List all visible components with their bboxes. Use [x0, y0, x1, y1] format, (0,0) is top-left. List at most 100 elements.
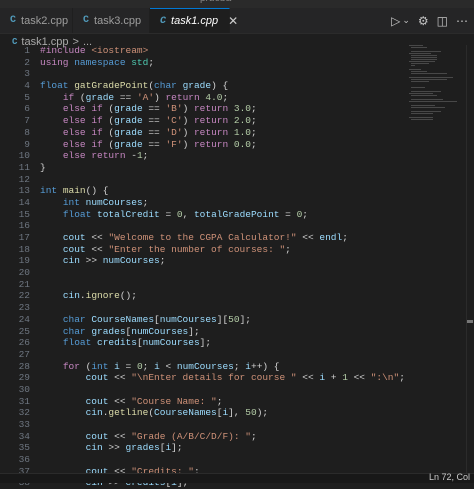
code-line: else return -1; — [62, 150, 149, 162]
minimap-line — [411, 87, 425, 88]
line-number: 28 — [18, 360, 30, 372]
code-line: else if (grade == 'D') return 1.0; — [62, 126, 257, 138]
line-number: 26 — [18, 337, 30, 349]
line-number: 8 — [24, 126, 30, 138]
line-number: 15 — [18, 208, 30, 220]
code-line: cout << "Enter the number of courses: "; — [62, 243, 291, 255]
line-number: 11 — [18, 161, 30, 173]
minimap-line — [409, 101, 457, 102]
line-number: 20 — [18, 267, 30, 279]
code-line: cin >> grades[i]; — [85, 442, 183, 454]
line-number: 27 — [18, 348, 30, 360]
code-content[interactable]: #include <iostream> using namespace std;… — [40, 45, 405, 489]
gear-icon[interactable]: ⚙ — [418, 14, 429, 28]
tab-task1[interactable]: C task1.cpp ✕ — [150, 8, 238, 33]
tab-label: task2.cpp — [21, 14, 69, 27]
tab-task2[interactable]: C task2.cpp — [0, 8, 73, 33]
scrollbar-thumb[interactable] — [467, 320, 473, 323]
line-number: 10 — [18, 150, 30, 162]
close-tab-icon[interactable]: ✕ — [228, 14, 238, 28]
cursor-position[interactable]: Ln 72, Col — [429, 472, 470, 482]
line-number: 35 — [18, 442, 30, 454]
minimap-line — [411, 91, 441, 92]
command-center[interactable]: prueba — [200, 0, 231, 4]
minimap-line — [411, 99, 443, 100]
cpp-file-icon: C — [83, 15, 90, 26]
chevron-down-icon[interactable]: ⌄ — [402, 15, 410, 26]
line-number: 5 — [24, 91, 30, 103]
line-number: 2 — [24, 56, 30, 68]
minimap-line — [411, 105, 435, 106]
line-number: 30 — [18, 383, 30, 395]
minimap-line — [409, 77, 453, 78]
minimap-line — [411, 119, 433, 120]
line-number: 16 — [18, 220, 30, 232]
code-line: cout << "Welcome to the CGPA Calculator!… — [62, 232, 348, 243]
line-number: 25 — [18, 325, 30, 337]
line-number: 9 — [24, 138, 30, 150]
line-number: 33 — [18, 419, 30, 430]
line-number: 23 — [18, 302, 30, 314]
minimap-line — [411, 113, 433, 114]
line-number: 3 — [24, 68, 30, 80]
minimap-line — [411, 57, 437, 58]
minimap-line — [411, 73, 447, 74]
code-line: float gatGradePoint(char grade) { — [40, 80, 229, 92]
minimap-line — [411, 95, 437, 96]
code-line: #include <iostream> — [40, 45, 149, 56]
code-line: else if (grade == 'F') return 0.0; — [62, 138, 257, 150]
code-editor[interactable]: 1 2 3 4 5 6 7 8 9 10 11 12 13 14 15 16 17 18 19 20 21 22 23 24 2… — [0, 45, 474, 488]
minimap[interactable] — [405, 45, 467, 125]
line-number: 22 — [18, 290, 30, 302]
code-line: float totalCredit = 0, totalGradePoint =… — [62, 208, 308, 220]
minimap-line — [409, 45, 423, 46]
code-line: int numCourses; — [62, 196, 149, 208]
code-line: cout << "Course Name: "; — [85, 395, 223, 407]
minimap-line — [411, 47, 427, 48]
code-line: if (grade == 'A') return 4.0; — [62, 91, 229, 103]
line-number: 29 — [18, 372, 30, 384]
line-number: 31 — [18, 395, 30, 407]
title-bar: prueba — [0, 0, 474, 8]
code-line: cin.ignore(); — [62, 290, 137, 302]
minimap-line — [411, 63, 429, 64]
code-line: char CourseNames[numCourses][50]; — [62, 313, 251, 325]
code-line: for (int i = 0; i < numCourses; i++) { — [62, 360, 280, 372]
editor-actions: ▷ ⌄ ⚙ ◫ ⋯ — [391, 8, 474, 33]
line-number: 13 — [18, 185, 30, 197]
minimap-line — [411, 65, 415, 66]
code-line: } — [40, 161, 46, 173]
minimap-line — [409, 117, 433, 118]
minimap-line — [411, 107, 445, 108]
run-icon[interactable]: ▷ — [391, 14, 400, 28]
line-number: 7 — [24, 115, 30, 127]
code-line: cin.getline(CourseNames[i], 50); — [85, 407, 269, 419]
line-number: 21 — [18, 278, 30, 290]
minimap-line — [411, 111, 441, 112]
line-number: 19 — [18, 255, 30, 267]
minimap-line — [409, 53, 431, 54]
line-number: 24 — [18, 313, 30, 325]
code-line: int main() { — [40, 185, 109, 197]
split-editor-icon[interactable]: ◫ — [437, 14, 448, 28]
tab-task3[interactable]: C task3.cpp — [73, 8, 150, 33]
minimap-line — [411, 55, 437, 56]
vertical-scrollbar[interactable] — [466, 45, 474, 473]
line-number: 17 — [18, 232, 30, 243]
minimap-line — [411, 51, 441, 52]
code-line: using namespace std; — [40, 56, 155, 68]
more-actions-icon[interactable]: ⋯ — [456, 14, 468, 28]
line-number: 34 — [18, 430, 30, 442]
line-number: 4 — [24, 80, 30, 92]
line-number: 32 — [18, 407, 30, 419]
line-number: 18 — [18, 243, 30, 255]
